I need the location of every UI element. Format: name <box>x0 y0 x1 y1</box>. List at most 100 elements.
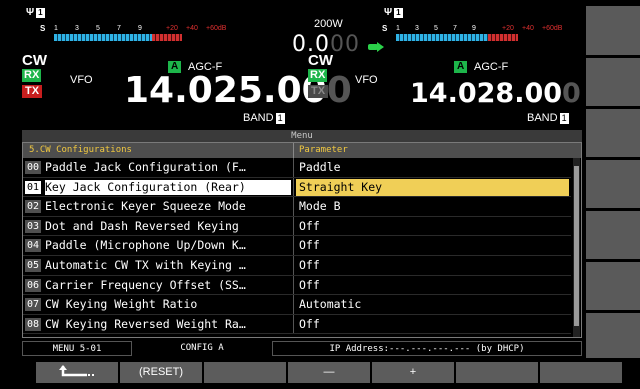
menu-row-name: CW Keying Reversed Weight Ra… <box>45 316 246 331</box>
menu-row-number: 00 <box>25 161 41 174</box>
sub-band: BAND 1 <box>527 112 569 124</box>
return-arrow-icon <box>59 365 94 377</box>
menu-row[interactable]: 07 CW Keying Weight Ratio Automatic <box>23 295 571 315</box>
sub-vfo-label: VFO <box>355 74 378 86</box>
side-key-7[interactable] <box>586 313 640 358</box>
menu-row-number: 01 <box>25 180 41 194</box>
menu-row[interactable]: 08 CW Keying Reversed Weight Ra… Off <box>23 314 571 335</box>
config-label: CONFIG A <box>180 343 224 353</box>
menu-row[interactable]: 01 Key Jack Configuration (Rear) Straight … <box>23 177 571 198</box>
parameter-column-header: Parameter <box>299 145 348 155</box>
sub-rx-indicator: RX <box>308 69 328 82</box>
power-scale-label: 200W <box>314 18 343 30</box>
sub-frequency-digits: 14.028.00 <box>410 78 563 109</box>
main-antenna-indicator: Ψ1 <box>26 7 45 18</box>
menu-row-value: Paddle <box>299 160 341 174</box>
s-tick-over: +20 <box>166 25 178 32</box>
side-key-3[interactable] <box>586 109 640 157</box>
menu-row-name: Automatic CW TX with Keying … <box>45 258 246 272</box>
sub-frequency: 14.028.000 <box>410 78 581 109</box>
main-vfo-label: VFO <box>70 74 93 86</box>
power-value-dim: 00 <box>330 32 360 57</box>
main-mode: CW <box>22 52 47 69</box>
menu-row-name: Carrier Frequency Offset (SS… <box>45 277 246 292</box>
menu-row[interactable]: 00 Paddle Jack Configuration (F… Paddle <box>23 158 571 178</box>
menu-row-number: 03 <box>25 219 41 233</box>
sub-antenna-number: 1 <box>394 8 403 18</box>
s-tick: 1 <box>54 25 58 32</box>
menu-row-value: Mode B <box>299 199 341 214</box>
main-tx-indicator: TX <box>22 85 43 98</box>
s-tick-over: +20 <box>502 25 514 32</box>
sub-frequency-dim-digit: 0 <box>562 78 581 109</box>
sub-vfo-a-badge: A <box>454 61 468 73</box>
s-tick: 3 <box>75 25 79 32</box>
menu-row-value: Off <box>299 218 320 233</box>
s-tick: 5 <box>96 25 100 32</box>
main-frequency-dim-digit: 0 <box>326 70 352 111</box>
menu-row[interactable]: 04 Paddle (Microphone Up/Down K… Off <box>23 236 571 256</box>
ip-address-status: IP Address:---.---.---.--- (by DHCP) <box>272 341 582 356</box>
back-button[interactable] <box>36 362 118 383</box>
function-key-bar: (RESET) — + <box>36 362 640 384</box>
side-key-1[interactable] <box>586 6 640 55</box>
menu-row[interactable]: 02 Electronic Keyer Squeeze Mode Mode B <box>23 197 571 217</box>
radio-display: Ψ1 S 1 3 5 7 9 +20 +40 +60dB CW RX TX VF… <box>8 4 582 358</box>
menu-row[interactable]: 06 Carrier Frequency Offset (SS… Off <box>23 275 571 296</box>
menu-row-value: Automatic <box>299 297 362 312</box>
menu-number: MENU 5-01 <box>22 341 132 356</box>
scrollbar-thumb[interactable] <box>574 166 579 326</box>
menu-category-title: 5.CW Configurations <box>29 145 132 155</box>
main-band-number: 1 <box>275 113 285 124</box>
menu-row-name: Paddle Jack Configuration (F… <box>45 160 246 174</box>
s-tick: 9 <box>138 25 142 32</box>
s-tick: 3 <box>415 25 419 32</box>
s-tick-over: +60dB <box>206 25 227 32</box>
sub-mode: CW <box>308 52 333 69</box>
menu-row-name: Key Jack Configuration (Rear) <box>45 179 291 195</box>
menu-row-name: Electronic Keyer Squeeze Mode <box>45 199 246 214</box>
s-meter-label: S <box>382 24 388 33</box>
function-key-7[interactable] <box>540 362 622 383</box>
reset-button[interactable]: (RESET) <box>120 362 202 383</box>
menu-row[interactable]: 03 Dot and Dash Reversed Keying Off <box>23 216 571 237</box>
plus-button[interactable]: + <box>372 362 454 383</box>
s-tick: 7 <box>117 25 121 32</box>
main-to-sub-arrow-icon <box>368 42 384 52</box>
menu-status-bar: MENU 5-01 CONFIG A IP Address:---.---.--… <box>22 341 582 356</box>
s-meter-bar <box>54 34 182 41</box>
menu-row-value: Off <box>299 238 320 253</box>
side-key-6[interactable] <box>586 262 640 310</box>
antenna-icon: Ψ <box>384 7 393 18</box>
main-antenna-number: 1 <box>36 8 45 18</box>
menu-row-number: 02 <box>25 200 41 214</box>
side-key-5[interactable] <box>586 211 640 259</box>
s-meter-label: S <box>40 24 46 33</box>
side-key-2[interactable] <box>586 58 640 106</box>
function-key-6[interactable] <box>456 362 538 383</box>
menu-header: 5.CW Configurations Parameter <box>23 143 581 158</box>
sub-tx-indicator: TX <box>308 85 329 98</box>
menu-row-value: Off <box>299 277 320 292</box>
s-meter-bar <box>396 34 518 41</box>
menu-row-number: 06 <box>25 278 41 292</box>
menu-title-bar: Menu <box>22 130 582 142</box>
sub-agc-label: AGC-F <box>474 61 509 73</box>
s-tick: 5 <box>434 25 438 32</box>
sub-s-meter: S 1 3 5 7 9 +20 +40 +60dB <box>382 24 580 44</box>
side-key-4[interactable] <box>586 160 640 208</box>
minus-button[interactable]: — <box>288 362 370 383</box>
main-frequency-digits: 14.025.00 <box>124 70 327 111</box>
s-tick-over: +60dB <box>542 25 563 32</box>
menu-row[interactable]: 05 Automatic CW TX with Keying … Off <box>23 256 571 276</box>
main-s-meter: S 1 3 5 7 9 +20 +40 +60dB <box>40 24 248 44</box>
sub-antenna-indicator: Ψ1 <box>384 7 403 18</box>
main-band-label: BAND <box>243 112 274 124</box>
main-band: BAND 1 <box>243 112 285 124</box>
s-tick: 9 <box>472 25 476 32</box>
function-key-3[interactable] <box>204 362 286 383</box>
menu-row-value: Straight Key <box>299 179 383 194</box>
menu-row-name: Dot and Dash Reversed Keying <box>45 218 239 233</box>
menu-scrollbar[interactable] <box>573 158 580 337</box>
menu-row-value: Off <box>299 316 320 331</box>
